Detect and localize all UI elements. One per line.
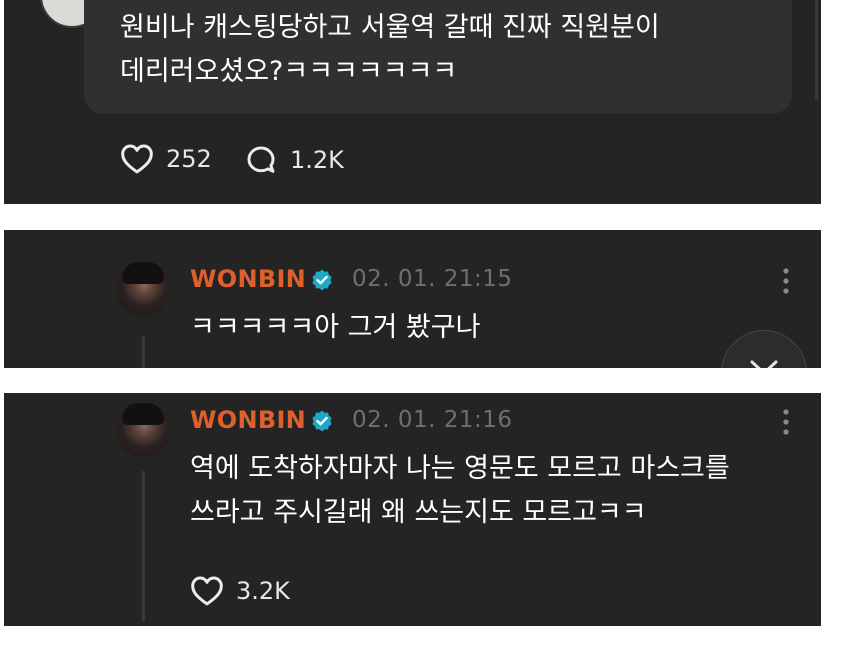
more-icon[interactable] xyxy=(780,266,792,296)
like-button[interactable]: 3.2K xyxy=(190,576,290,606)
author-name[interactable]: WONBIN xyxy=(190,265,306,293)
timestamp: 02. 01. 21:16 xyxy=(352,407,513,433)
thread-line xyxy=(142,471,145,621)
comment-count: 1.2K xyxy=(290,146,344,174)
timestamp: 02. 01. 21:15 xyxy=(352,266,513,292)
reply-text: 역에 도착하자마자 나는 영문도 모르고 마스크를 쓰라고 주시길래 왜 쓰는지… xyxy=(190,453,730,528)
comment-text: 원비나 캐스팅당하고 서울역 갈때 진짜 직원분이 데리러오셨오?ㅋㅋㅋㅋㅋㅋㅋ xyxy=(120,12,660,87)
comment-panel: 원비나 캐스팅당하고 서울역 갈때 진짜 직원분이 데리러오셨오?ㅋㅋㅋㅋㅋㅋㅋ… xyxy=(4,0,821,204)
author-name[interactable]: WONBIN xyxy=(190,406,306,434)
verified-icon xyxy=(312,269,332,291)
verified-icon xyxy=(312,410,332,432)
thread-line xyxy=(142,336,145,368)
avatar[interactable] xyxy=(116,403,170,457)
avatar[interactable] xyxy=(116,262,170,316)
reply-text: ㅋㅋㅋㅋㅋ아 그거 봤구나 xyxy=(190,312,481,343)
like-count: 3.2K xyxy=(236,577,290,605)
like-button[interactable]: 252 xyxy=(120,144,212,174)
heart-icon xyxy=(121,144,153,174)
reply-panel: WONBIN 02. 01. 21:16 역에 도착하자마자 나는 영문도 모르… xyxy=(4,393,821,626)
heart-icon xyxy=(191,576,223,606)
reply-panel: WONBIN 02. 01. 21:15 ㅋㅋㅋㅋㅋ아 그거 봤구나 xyxy=(4,230,821,368)
chevron-down-icon xyxy=(750,360,778,368)
comment-button[interactable]: 1.2K xyxy=(244,144,344,176)
scrollbar[interactable] xyxy=(815,0,818,100)
like-count: 252 xyxy=(166,145,212,173)
comment-icon xyxy=(247,146,275,173)
more-icon[interactable] xyxy=(780,407,792,437)
